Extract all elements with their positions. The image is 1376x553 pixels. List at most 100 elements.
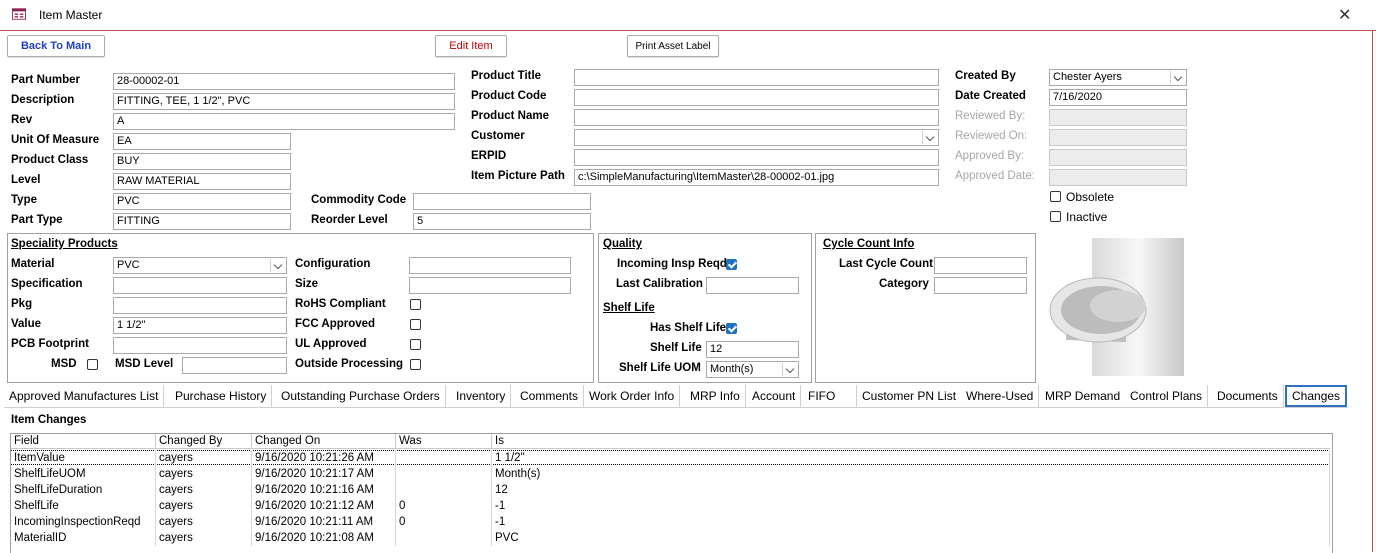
tab-inventory[interactable]: Inventory (451, 385, 512, 407)
column-header-changed-by[interactable]: Changed By (156, 434, 252, 449)
tab-approved-manufactures-list[interactable]: Approved Manufactures List (4, 385, 165, 407)
picture-path-field[interactable]: c:\SimpleManufacturing\ItemMaster\28-000… (574, 169, 939, 186)
category-field[interactable] (934, 277, 1027, 294)
tab-outstanding-purchase-orders[interactable]: Outstanding Purchase Orders (276, 385, 446, 407)
obsolete-checkbox[interactable] (1050, 191, 1061, 202)
pkg-field[interactable] (113, 297, 287, 314)
value-field[interactable]: 1 1/2" (113, 317, 287, 334)
table-cell[interactable] (396, 466, 492, 482)
pcb-footprint-field[interactable] (113, 337, 287, 354)
table-cell[interactable]: ShelfLifeUOM (11, 466, 156, 482)
description-field[interactable]: FITTING, TEE, 1 1/2", PVC (113, 93, 455, 110)
tab-control-plans[interactable]: Control Plans (1125, 385, 1209, 407)
column-header-is[interactable]: Is (492, 434, 1330, 449)
configuration-field[interactable] (409, 257, 571, 274)
chevron-down-icon[interactable] (270, 259, 285, 272)
fcc-checkbox[interactable] (410, 319, 421, 330)
table-cell[interactable]: 9/16/2020 10:21:26 AM (252, 450, 396, 466)
table-cell[interactable]: -1 (492, 514, 1330, 530)
close-icon[interactable]: ✕ (1338, 5, 1351, 25)
commodity-code-label: Commodity Code (311, 194, 407, 206)
table-cell[interactable]: cayers (156, 450, 252, 466)
customer-select[interactable] (574, 129, 939, 146)
tab-where-used[interactable]: Where-Used (961, 385, 1040, 407)
outside-processing-checkbox[interactable] (410, 359, 421, 370)
has-shelf-life-checkbox[interactable] (726, 323, 737, 334)
table-cell[interactable] (396, 482, 492, 498)
table-cell[interactable]: cayers (156, 498, 252, 514)
table-cell[interactable] (396, 530, 492, 546)
chevron-down-icon[interactable] (782, 363, 797, 376)
table-cell[interactable]: PVC (492, 530, 1330, 546)
column-header-was[interactable]: Was (396, 434, 492, 449)
commodity-code-field[interactable] (413, 193, 591, 210)
size-field[interactable] (409, 277, 571, 294)
material-select[interactable]: PVC (113, 257, 287, 274)
product-class-field[interactable]: BUY (113, 153, 291, 170)
product-name-field[interactable] (574, 109, 939, 126)
table-cell[interactable]: 1 1/2" (492, 450, 1330, 466)
erpid-field[interactable] (574, 149, 939, 166)
table-cell[interactable]: 0 (396, 498, 492, 514)
specification-field[interactable] (113, 277, 287, 294)
table-cell[interactable] (396, 450, 492, 466)
changes-table[interactable]: Field Changed By Changed On Was Is ItemV… (10, 433, 1333, 553)
msd-level-field[interactable] (182, 357, 287, 374)
incoming-insp-checkbox[interactable] (726, 259, 737, 270)
inactive-checkbox[interactable] (1050, 211, 1061, 222)
type-field[interactable]: PVC (113, 193, 291, 210)
table-cell[interactable]: IncomingInspectionReqd (11, 514, 156, 530)
column-header-field[interactable]: Field (11, 434, 156, 449)
table-cell[interactable]: ItemValue (11, 450, 156, 466)
tab-mrp-info[interactable]: MRP Info (685, 385, 746, 407)
table-cell[interactable]: cayers (156, 530, 252, 546)
chevron-down-icon[interactable] (1170, 71, 1185, 84)
tab-changes[interactable]: Changes (1285, 385, 1348, 407)
table-cell[interactable]: -1 (492, 498, 1330, 514)
tab-purchase-history[interactable]: Purchase History (170, 385, 273, 407)
rohs-checkbox[interactable] (410, 299, 421, 310)
msd-checkbox[interactable] (87, 359, 98, 370)
table-cell[interactable]: cayers (156, 514, 252, 530)
table-cell[interactable]: Month(s) (492, 466, 1330, 482)
table-cell[interactable]: 9/16/2020 10:21:17 AM (252, 466, 396, 482)
tab-documents[interactable]: Documents (1212, 385, 1284, 407)
product-code-field[interactable] (574, 89, 939, 106)
last-cycle-count-field[interactable] (934, 257, 1027, 274)
table-cell[interactable]: ShelfLifeDuration (11, 482, 156, 498)
edit-item-button[interactable]: Edit Item (435, 35, 507, 57)
table-cell[interactable]: cayers (156, 466, 252, 482)
tab-account[interactable]: Account (747, 385, 802, 407)
part-type-field[interactable]: FITTING (113, 213, 291, 230)
reorder-level-field[interactable]: 5 (413, 213, 591, 230)
column-header-changed-on[interactable]: Changed On (252, 434, 396, 449)
level-field[interactable]: RAW MATERIAL (113, 173, 291, 190)
part-number-field[interactable]: 28-00002-01 (113, 73, 455, 90)
print-asset-label-button[interactable]: Print Asset Label (627, 35, 719, 57)
chevron-down-icon[interactable] (922, 131, 937, 144)
ul-checkbox[interactable] (410, 339, 421, 350)
tab-fifo[interactable]: FIFO (803, 385, 857, 407)
table-cell[interactable]: 9/16/2020 10:21:16 AM (252, 482, 396, 498)
table-cell[interactable]: ShelfLife (11, 498, 156, 514)
tab-customer-pn-list[interactable]: Customer PN List (857, 385, 963, 407)
created-by-select[interactable]: Chester Ayers (1049, 69, 1187, 86)
tab-comments[interactable]: Comments (515, 385, 585, 407)
rev-field[interactable]: A (113, 113, 455, 130)
table-cell[interactable]: 9/16/2020 10:21:12 AM (252, 498, 396, 514)
table-cell[interactable]: 9/16/2020 10:21:08 AM (252, 530, 396, 546)
table-cell[interactable]: cayers (156, 482, 252, 498)
table-cell[interactable]: MaterialID (11, 530, 156, 546)
uom-field[interactable]: EA (113, 133, 291, 150)
shelf-life-uom-select[interactable]: Month(s) (706, 361, 799, 378)
tab-work-order-info[interactable]: Work Order Info (584, 385, 681, 407)
shelf-life-field[interactable]: 12 (706, 341, 799, 358)
date-created-field[interactable]: 7/16/2020 (1049, 89, 1187, 106)
back-to-main-button[interactable]: Back To Main (7, 35, 105, 57)
product-title-field[interactable] (574, 69, 939, 86)
table-cell[interactable]: 12 (492, 482, 1330, 498)
table-cell[interactable]: 0 (396, 514, 492, 530)
table-cell[interactable]: 9/16/2020 10:21:11 AM (252, 514, 396, 530)
tab-mrp-demand[interactable]: MRP Demand (1040, 385, 1127, 407)
last-calibration-field[interactable] (706, 277, 799, 294)
